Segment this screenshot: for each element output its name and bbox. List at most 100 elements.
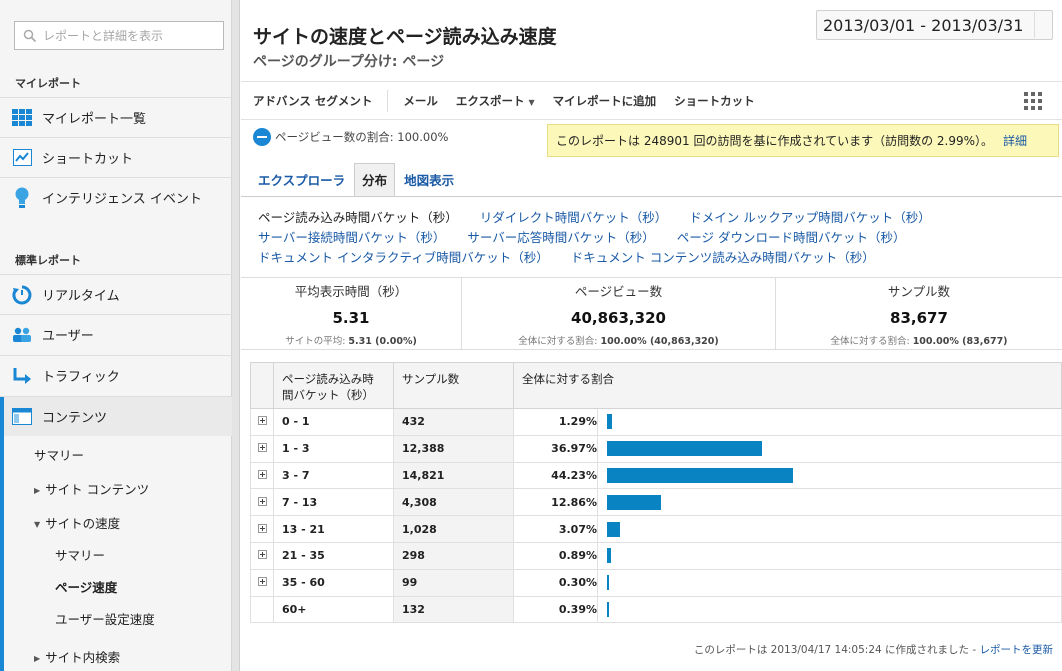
- bucket-link-domain-lookup[interactable]: ドメイン ルックアップ時間バケット（秒）: [689, 207, 930, 227]
- sidebar-divider[interactable]: [232, 0, 240, 671]
- view-grid-icon[interactable]: [1024, 92, 1042, 110]
- samples-cell: 298: [393, 541, 514, 570]
- tab-map-overlay[interactable]: 地図表示: [397, 163, 461, 196]
- email-button[interactable]: メール: [394, 93, 447, 109]
- scorecard-sub-value: 5.31 (0.00%): [348, 336, 417, 347]
- nav-shortcuts[interactable]: ショートカット: [0, 137, 232, 177]
- samples-column-header[interactable]: サンプル数: [393, 362, 514, 409]
- table-row: 21 - 35 298 0.89%: [250, 541, 1062, 570]
- expand-plus-icon[interactable]: [257, 523, 267, 533]
- search-icon: [23, 29, 37, 42]
- percent-label: 36.97%: [513, 434, 598, 463]
- expand-cell[interactable]: [250, 515, 274, 543]
- nav-audience[interactable]: ユーザー: [0, 314, 232, 354]
- bucket-link-document-interactive[interactable]: ドキュメント インタラクティブ時間バケット（秒）: [258, 247, 549, 267]
- site-speed-link[interactable]: ▼ サイトの速度: [34, 513, 120, 532]
- date-range-text: 2013/03/01 - 2013/03/31: [823, 15, 1024, 35]
- bucket-link-server-response[interactable]: サーバー応答時間バケット（秒）: [467, 227, 654, 247]
- expand-plus-icon[interactable]: [257, 416, 267, 426]
- bucket-column-header[interactable]: ページ読み込み時間バケット（秒）: [273, 362, 394, 409]
- content-summary-link[interactable]: サマリー: [34, 445, 84, 464]
- metric-selector[interactable]: ページビュー数の割合: 100.00%: [253, 128, 448, 146]
- realtime-clock-icon: [12, 285, 32, 305]
- samples-cell: 1,028: [393, 515, 514, 543]
- advanced-segments-button[interactable]: アドバンス セグメント: [241, 93, 381, 109]
- expand-plus-icon[interactable]: [257, 443, 267, 453]
- share-column-header[interactable]: 全体に対する割合: [513, 362, 1062, 409]
- nav-real-time-label: リアルタイム: [42, 289, 120, 304]
- bucket-cell: 7 - 13: [273, 488, 394, 517]
- expand-cell[interactable]: [250, 408, 274, 436]
- bucket-cell: 60+: [273, 595, 394, 624]
- my-reports-heading: マイレポート: [15, 77, 81, 90]
- date-range-picker[interactable]: 2013/03/01 - 2013/03/31: [816, 10, 1053, 40]
- bucket-link-document-content-loaded[interactable]: ドキュメント コンテンツ読み込み時間バケット（秒）: [571, 247, 875, 267]
- expand-plus-icon[interactable]: [257, 469, 267, 479]
- bar-cell: [597, 541, 1062, 570]
- metric-selector-label: ページビュー数の割合: 100.00%: [275, 130, 449, 144]
- expand-cell[interactable]: [250, 541, 274, 570]
- collapsed-triangle-icon: ▶: [34, 486, 41, 495]
- distribution-table: ページ読み込み時間バケット（秒） サンプル数 全体に対する割合 0 - 1 432…: [250, 362, 1062, 624]
- user-timings-link[interactable]: ユーザー設定速度: [55, 609, 155, 628]
- nav-content-label: コンテンツ: [42, 411, 108, 426]
- speed-summary-link[interactable]: サマリー: [55, 545, 105, 564]
- expand-cell: [250, 595, 274, 624]
- bucket-cell: 13 - 21: [273, 515, 394, 543]
- bucket-link-server-connection[interactable]: サーバー接続時間バケット（秒）: [258, 227, 445, 247]
- footer-created-text: このレポートは 2013/04/17 14:05:24 に作成されました -: [693, 644, 977, 656]
- scorecard-title: ページビュー数: [574, 284, 663, 299]
- site-content-link[interactable]: ▶ サイト コンテンツ: [34, 479, 149, 498]
- notice-detail-link[interactable]: 詳細: [1003, 132, 1027, 149]
- scorecard-sub: サイトの平均: 5.31 (0.00%): [241, 333, 461, 347]
- nav-dashboards[interactable]: マイレポート一覧: [0, 97, 232, 137]
- nav-traffic-sources[interactable]: トラフィック: [0, 355, 232, 395]
- dashboard-grid-icon: [12, 108, 32, 128]
- expand-cell[interactable]: [250, 434, 274, 463]
- table-row: 13 - 21 1,028 3.07%: [250, 515, 1062, 543]
- bucket-cell: 3 - 7: [273, 461, 394, 490]
- scorecard-sub-label: サイトの平均:: [285, 336, 346, 347]
- site-search-link[interactable]: ▶ サイト内検索: [34, 647, 120, 666]
- bar-cell: [597, 408, 1062, 436]
- expand-plus-icon[interactable]: [257, 496, 267, 506]
- nav-content[interactable]: コンテンツ: [0, 396, 232, 436]
- distribution-bar: [607, 575, 609, 591]
- standard-reports-heading: 標準レポート: [15, 254, 81, 267]
- samples-cell: 99: [393, 568, 514, 597]
- scorecard-sub: 全体に対する割合: 100.00% (40,863,320): [462, 333, 775, 347]
- bucket-cell: 35 - 60: [273, 568, 394, 597]
- expand-cell[interactable]: [250, 488, 274, 517]
- samples-cell: 432: [393, 408, 514, 436]
- shortcut-button[interactable]: ショートカット: [665, 93, 764, 109]
- nav-shortcuts-label: ショートカット: [42, 152, 134, 167]
- add-to-dashboard-button[interactable]: マイレポートに追加: [544, 93, 666, 109]
- distribution-bar: [607, 467, 793, 483]
- date-dropdown-handle[interactable]: [1034, 12, 1046, 38]
- page-timings-link[interactable]: ページ速度: [55, 577, 117, 596]
- report-search-box[interactable]: [14, 21, 224, 50]
- scorecard-sub: 全体に対する割合: 100.00% (83,677): [776, 333, 1062, 347]
- table-row: 7 - 13 4,308 12.86%: [250, 488, 1062, 517]
- tab-explorer[interactable]: エクスプローラ: [251, 163, 352, 196]
- minus-circle-icon[interactable]: [253, 128, 271, 146]
- expand-plus-icon[interactable]: [257, 550, 267, 560]
- site-search-label: サイト内検索: [45, 650, 121, 665]
- tab-distribution[interactable]: 分布: [354, 163, 396, 196]
- bucket-cell: 1 - 3: [273, 434, 394, 463]
- bucket-link-page-load[interactable]: ページ読み込み時間バケット（秒）: [258, 207, 458, 227]
- expand-plus-icon[interactable]: [257, 577, 267, 587]
- refresh-report-link[interactable]: レポートを更新: [980, 644, 1054, 656]
- nav-real-time[interactable]: リアルタイム: [0, 274, 232, 314]
- scorecard-samples: サンプル数 83,677 全体に対する割合: 100.00% (83,677): [776, 278, 1062, 349]
- expand-column-header: [250, 362, 274, 409]
- expand-cell[interactable]: [250, 568, 274, 597]
- search-input[interactable]: [43, 28, 213, 43]
- bucket-link-page-download[interactable]: ページ ダウンロード時間バケット（秒）: [677, 227, 906, 247]
- bucket-link-redirect[interactable]: リダイレクト時間バケット（秒）: [480, 207, 668, 227]
- export-button[interactable]: エクスポート ▼: [447, 93, 544, 109]
- expand-cell[interactable]: [250, 461, 274, 490]
- bucket-links-row: サーバー接続時間バケット（秒） サーバー応答時間バケット（秒） ページ ダウンロ…: [258, 227, 1058, 247]
- nav-traffic-label: トラフィック: [42, 370, 120, 385]
- nav-intelligence-events[interactable]: インテリジェンス イベント: [0, 177, 232, 217]
